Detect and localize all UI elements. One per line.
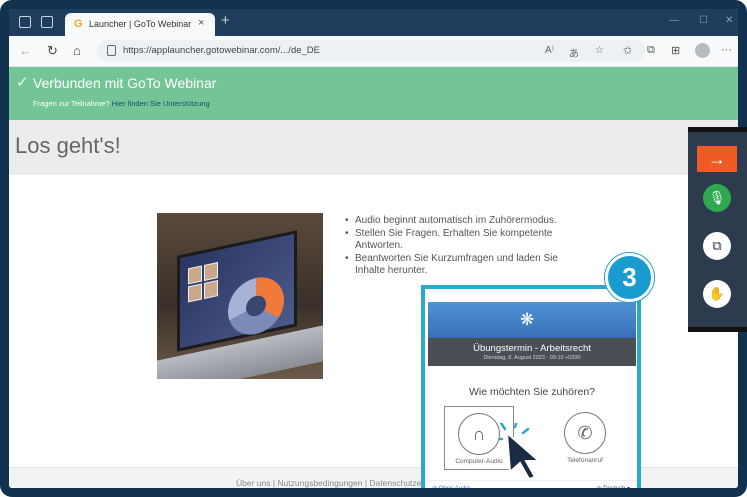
screen-share-button[interactable]: ⧉: [697, 232, 737, 268]
webinar-laptop-image: [157, 213, 323, 379]
audio-question: Wie möchten Sie zuhören?: [468, 386, 596, 398]
home-icon[interactable]: ⌂: [73, 43, 81, 58]
no-audio-label: Ohne Audio: [438, 486, 471, 492]
tab-launcher[interactable]: G Launcher | GoTo Webinar ×: [65, 13, 215, 36]
reload-icon[interactable]: ↻: [47, 43, 58, 59]
url-text[interactable]: https://applauncher.gotowebinar.com/.../…: [123, 45, 320, 56]
list-item: Stellen Sie Fragen. Erhalten Sie kompete…: [345, 228, 585, 253]
microphone-icon: 🎙: [703, 184, 731, 212]
raise-hand-button[interactable]: ✋: [697, 280, 737, 316]
session-title: Übungstermin - Arbeitsrecht: [473, 343, 591, 354]
page-title: Los geht's!: [15, 133, 121, 158]
participant-tile: [188, 283, 202, 303]
new-tab-button[interactable]: +: [221, 12, 230, 29]
close-window-icon[interactable]: ✕: [725, 15, 733, 26]
footer-links[interactable]: Über uns | Nutzungsbedingungen | Datensc…: [236, 478, 452, 488]
cursor-icon: [499, 423, 542, 479]
connected-banner: ✓ Verbunden mit GoTo Webinar Fragen zur …: [9, 67, 738, 120]
tab-actions-icon[interactable]: [41, 16, 53, 28]
poll-chart: [228, 272, 284, 340]
banner-question: Fragen zur Teilnahme?: [33, 99, 110, 108]
phone-call-label: Telefonanruf: [567, 457, 603, 464]
check-icon: ✓: [16, 74, 29, 91]
dialog-header: ❋: [428, 302, 636, 338]
browser-window: G Launcher | GoTo Webinar × + — ☐ ✕ ← ↻ …: [0, 0, 747, 497]
extensions-icon[interactable]: ⊞: [671, 44, 680, 57]
profile-icon[interactable]: [695, 43, 710, 58]
favorites-bar-icon[interactable]: ✩: [623, 44, 632, 57]
goto-brand-icon: ❋: [520, 310, 535, 329]
microphone-button[interactable]: 🎙: [697, 184, 737, 220]
participant-tile: [188, 265, 202, 285]
workspaces-icon[interactable]: [19, 16, 31, 28]
participant-tile: [204, 262, 218, 282]
participant-tile: [204, 280, 218, 300]
tab-bar: G Launcher | GoTo Webinar × + — ☐ ✕: [9, 9, 738, 36]
phone-call-option[interactable]: ✆ Telefonanruf: [550, 406, 620, 470]
feature-list: Audio beginnt automatisch im Zuhörermodu…: [345, 215, 585, 278]
language-label: Deutsch: [603, 486, 626, 492]
arrow-right-icon[interactable]: →: [697, 146, 737, 172]
close-tab-icon[interactable]: ×: [198, 17, 204, 29]
support-link[interactable]: Hier finden Sie Unterstützung: [112, 99, 210, 108]
favorite-icon[interactable]: ☆: [595, 45, 604, 56]
raise-hand-icon: ✋: [703, 280, 731, 308]
read-aloud-icon[interactable]: A⁾: [545, 45, 554, 56]
back-icon[interactable]: ←: [19, 43, 32, 58]
step-badge: 3: [605, 253, 654, 302]
list-item: Beantworten Sie Kurzumfragen und laden S…: [345, 253, 585, 278]
headset-icon: ∩: [458, 413, 500, 455]
goto-logo-icon: G: [74, 18, 83, 30]
goto-side-panel: → 🎙 ⧉ ✋: [688, 127, 747, 332]
screen-share-icon: ⧉: [703, 232, 731, 260]
banner-title: Verbunden mit GoTo Webinar: [33, 75, 217, 91]
translate-icon[interactable]: あ: [569, 45, 579, 60]
minimize-icon[interactable]: —: [669, 15, 679, 26]
lock-icon[interactable]: [107, 45, 116, 56]
phone-icon: ✆: [564, 412, 606, 454]
session-date: Dienstag, 8. August 2023 · 09:10 +0200: [483, 355, 581, 361]
address-toolbar: ← ↻ ⌂ https://applauncher.gotowebinar.co…: [9, 36, 738, 67]
dialog-footer: ⊘ Ohne Audio ◎ Deutsch ▾: [428, 480, 636, 492]
session-info: Übungstermin - Arbeitsrecht Dienstag, 8.…: [428, 338, 636, 366]
heading-area: Los geht's!: [9, 120, 738, 175]
banner-subtitle: Fragen zur Teilnahme? Hier finden Sie Un…: [33, 99, 210, 108]
collections-icon[interactable]: ⧉: [647, 44, 655, 57]
more-icon[interactable]: ···: [721, 44, 732, 56]
tab-title: Launcher | GoTo Webinar: [89, 19, 192, 29]
list-item: Audio beginnt automatisch im Zuhörermodu…: [345, 215, 585, 228]
no-audio-link[interactable]: ⊘ Ohne Audio: [432, 485, 471, 492]
maximize-icon[interactable]: ☐: [699, 15, 708, 26]
language-select[interactable]: ◎ Deutsch ▾: [596, 485, 630, 492]
address-bar[interactable]: https://applauncher.gotowebinar.com/.../…: [97, 40, 645, 62]
